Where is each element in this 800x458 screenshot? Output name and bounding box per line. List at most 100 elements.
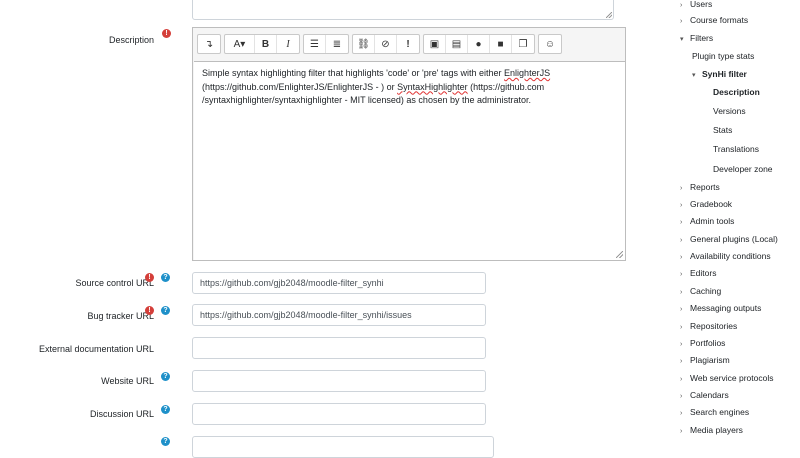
required-icon: ! [145,273,154,282]
nav-item-label: Stats [713,125,733,135]
chevron-right-icon[interactable]: › [680,428,690,435]
paragraph-style-icon[interactable]: A▾ [225,35,255,53]
chevron-right-icon[interactable]: › [680,358,690,365]
chevron-right-icon[interactable]: › [680,306,690,313]
chevron-right-icon[interactable]: › [680,2,690,9]
italic-icon[interactable]: I [277,35,299,53]
nav-item[interactable]: › Portfolios [680,338,725,348]
unordered-list-icon[interactable]: ☰ [304,35,326,53]
resize-grip-icon[interactable] [606,12,612,18]
nav-item-label: Translations [713,144,759,154]
emoticon-icon[interactable]: ☺ [539,35,561,53]
record-audio-icon[interactable]: ● [468,35,490,53]
description-text: Simple syntax highlighting filter that h… [202,68,505,78]
editor-toolbar: ↴ A▾ B I ☰ ≣ ⛓ ⊘! ▣ ▤ ● ■ ❐ ☺ [197,34,562,54]
next-select[interactable] [192,436,494,458]
help-icon[interactable]: ? [161,273,170,282]
chevron-right-icon[interactable]: › [680,202,690,209]
nav-item-label: Description [713,87,760,97]
nav-item[interactable]: › Media players [680,425,743,435]
nav-item[interactable]: ▾ Filters [680,33,713,43]
nav-item[interactable]: ▾ SynHi filter [692,69,747,79]
nav-item-label: Repositories [690,321,738,331]
help-icon[interactable]: ? [161,405,170,414]
nav-item-label: Users [690,0,713,9]
nav-item[interactable]: › Calendars [680,390,729,400]
nav-item[interactable]: Developer zone [713,164,773,174]
nav-item[interactable]: › Gradebook [680,199,732,209]
nav-item-label: Messaging outputs [690,303,762,313]
bug-tracker-url-input[interactable]: https://github.com/gjb2048/moodle-filter… [192,304,486,326]
nav-item-label: Versions [713,106,746,116]
media-icon[interactable]: ▤ [446,35,468,53]
previous-textarea[interactable] [192,0,614,20]
manage-files-icon[interactable]: ❐ [512,35,534,53]
nav-item[interactable]: › General plugins (Local) [680,234,778,244]
nav-item[interactable]: › Messaging outputs [680,303,761,313]
editor-content-area[interactable]: Simple syntax highlighting filter that h… [194,61,625,260]
nav-item[interactable]: › Repositories [680,321,737,331]
emoji-picker-icon[interactable]: ! [397,35,419,53]
nav-item[interactable]: Versions [713,106,746,116]
nav-item[interactable]: › Plagiarism [680,355,730,365]
external-documentation-url-input[interactable] [192,337,486,359]
discussion-url-input[interactable] [192,403,486,425]
nav-item[interactable]: › Availability conditions [680,251,771,261]
source-control-url-label: Source control URL [75,278,154,288]
nav-item-label: Editors [690,268,717,278]
nav-item-label: Plugin type stats [692,51,755,61]
nav-item[interactable]: Plugin type stats [692,51,754,61]
record-video-icon[interactable]: ■ [490,35,512,53]
help-icon[interactable]: ? [161,372,170,381]
chevron-right-icon[interactable]: › [680,254,690,261]
chevron-right-icon[interactable]: › [680,185,690,192]
nav-item[interactable]: › Reports [680,182,720,192]
image-icon[interactable]: ▣ [424,35,446,53]
nav-item[interactable]: › Caching [680,286,721,296]
nav-item[interactable]: › Course formats [680,15,748,25]
website-url-input[interactable] [192,370,486,392]
chevron-down-icon[interactable]: ▾ [692,71,702,79]
chevron-right-icon[interactable]: › [680,376,690,383]
chevron-down-icon[interactable]: ▾ [680,35,690,43]
source-control-url-input[interactable]: https://github.com/gjb2048/moodle-filter… [192,272,486,294]
collapse-icon[interactable]: ↴ [198,35,220,53]
discussion-url-label: Discussion URL [89,409,154,419]
description-editor[interactable]: ↴ A▾ B I ☰ ≣ ⛓ ⊘! ▣ ▤ ● ■ ❐ ☺ Simple syntax high… [192,27,626,261]
link-icon[interactable]: ⛓ [353,35,375,53]
nav-item-label: SynHi filter [702,69,747,79]
nav-item[interactable]: › Search engines [680,407,749,417]
external-documentation-url-label: External documentation URL [38,344,154,354]
chevron-right-icon[interactable]: › [680,393,690,400]
chevron-right-icon[interactable]: › [680,18,690,25]
help-icon[interactable]: ? [161,306,170,315]
nav-item[interactable]: Stats [713,125,732,135]
chevron-right-icon[interactable]: › [680,237,690,244]
ordered-list-icon[interactable]: ≣ [326,35,348,53]
nav-item-label: Gradebook [690,199,733,209]
required-icon: ! [162,29,171,38]
nav-item-label: Reports [690,182,720,192]
chevron-right-icon[interactable]: › [680,410,690,417]
nav-item-label: Calendars [690,390,729,400]
nav-item[interactable]: › Admin tools [680,216,734,226]
required-icon: ! [145,306,154,315]
unlink-icon[interactable]: ⊘ [375,35,397,53]
chevron-right-icon[interactable]: › [680,341,690,348]
nav-item-label: Availability conditions [690,251,771,261]
chevron-right-icon[interactable]: › [680,324,690,331]
chevron-right-icon[interactable]: › [680,289,690,296]
chevron-right-icon[interactable]: › [680,271,690,278]
website-url-label: Website URL [101,376,154,386]
chevron-right-icon[interactable]: › [680,219,690,226]
nav-item-label: Course formats [690,15,749,25]
nav-item[interactable]: › Editors [680,268,716,278]
nav-item[interactable]: Description [713,87,760,97]
nav-item[interactable]: Translations [713,144,759,154]
nav-item[interactable]: › Users [680,0,712,9]
bold-icon[interactable]: B [255,35,277,53]
nav-item-label: Caching [690,286,722,296]
resize-grip-icon[interactable] [616,251,623,258]
nav-item-label: Admin tools [690,216,735,226]
nav-item[interactable]: › Web service protocols [680,373,773,383]
